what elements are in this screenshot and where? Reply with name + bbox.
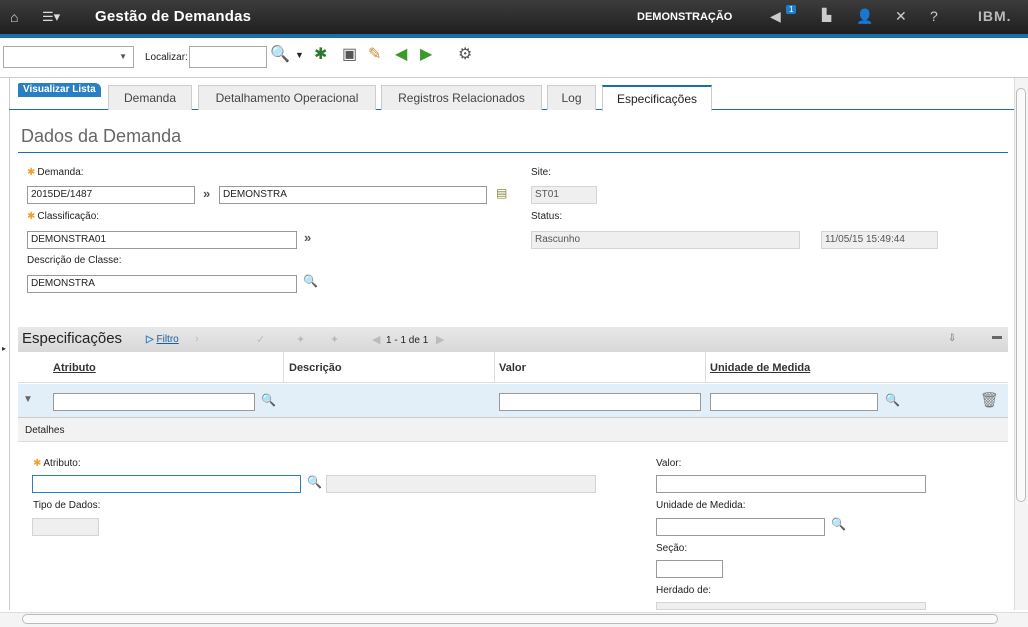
secao-input[interactable] [656, 560, 723, 578]
demanda-label: ✱ Demanda: [27, 167, 84, 178]
double-chevron-icon[interactable]: » [203, 186, 210, 201]
descricao-classe-label: Descrição de Classe: [27, 255, 122, 266]
dropdown-icon[interactable]: ▼ [295, 45, 304, 65]
atributo-label: ✱ Atributo: [33, 458, 81, 469]
minimize-icon[interactable]: ▬ [992, 331, 1002, 342]
section-title: Dados da Demanda [21, 126, 182, 146]
vertical-scroll-thumb[interactable] [1016, 88, 1026, 502]
long-description-icon[interactable]: ▤ [496, 186, 507, 200]
chart-icon[interactable]: ▙ [822, 8, 831, 22]
close-icon[interactable]: ✕ [895, 8, 907, 25]
pagination-text: 1 - 1 de 1 [386, 335, 429, 346]
workflow-icon[interactable]: ⚙ [458, 45, 472, 65]
column-atributo[interactable]: Atributo [53, 362, 96, 374]
search-icon[interactable]: 🔍 [307, 475, 322, 489]
details-title: Detalhes [25, 425, 65, 436]
column-divider [283, 352, 284, 383]
demanda-input[interactable]: 2015DE/1487 [27, 186, 195, 204]
search-icon[interactable]: 🔍 [270, 45, 290, 65]
edit-icon[interactable]: ✎ [368, 45, 381, 65]
search-icon[interactable]: 🔍 [303, 274, 318, 288]
tipo-dados-label: Tipo de Dados: [33, 500, 101, 511]
valor-label: Valor: [656, 458, 682, 469]
classificacao-label: ✱ Classificação: [27, 211, 100, 222]
action-select[interactable]: ▼ [3, 46, 134, 68]
app-title: Gestão de Demandas [95, 8, 252, 25]
unidade-label: Unidade de Medida: [656, 500, 746, 511]
atributo-input[interactable] [32, 475, 301, 493]
home-icon[interactable]: ⌂ [10, 9, 18, 25]
column-descricao: Descrição [289, 362, 342, 374]
previous-icon[interactable]: ◀ [395, 45, 407, 65]
tab-detalhamento-operacional[interactable]: Detalhamento Operacional [198, 85, 376, 110]
demanda-description-input[interactable]: DEMONSTRA [219, 186, 487, 204]
search-input[interactable] [189, 46, 267, 68]
help-icon[interactable]: ? [930, 8, 938, 24]
classificacao-input[interactable]: DEMONSTRA01 [27, 231, 297, 249]
collapse-row-icon[interactable]: ▼ [23, 394, 33, 405]
site-field: ST01 [531, 186, 597, 204]
side-panel-toggle[interactable]: ▸ [2, 344, 8, 362]
megaphone-icon[interactable]: ◀ [770, 8, 781, 25]
next-icon[interactable]: ▶ [420, 45, 432, 65]
valor-input[interactable] [656, 475, 926, 493]
chevron-down-icon: ▼ [119, 52, 127, 61]
herdado-field [656, 602, 926, 610]
save-icon[interactable]: ▣ [342, 45, 357, 65]
valor-row-input[interactable] [499, 393, 701, 411]
tab-view-list[interactable]: Visualizar Lista [18, 83, 101, 97]
table-title: Especificações [22, 330, 123, 347]
descricao-classe-input[interactable]: DEMONSTRA [27, 275, 297, 293]
brand-logo: IBM. [978, 8, 1012, 24]
section-divider [18, 152, 1008, 153]
tab-especificacoes[interactable]: Especificações [602, 85, 712, 111]
atributo-description-field [326, 475, 596, 493]
next-page-icon: ▶ [436, 334, 445, 346]
column-divider [494, 352, 495, 383]
new-record-icon[interactable]: ✱ [314, 45, 327, 65]
column-valor: Valor [499, 362, 526, 374]
unidade-input[interactable] [656, 518, 825, 536]
horizontal-scroll-thumb[interactable] [22, 614, 998, 624]
status-date-field: 11/05/15 15:49:44 [821, 231, 938, 249]
classification-chevron-icon[interactable]: » [304, 230, 311, 245]
menu-icon[interactable]: ☰▾ [42, 9, 60, 25]
title-bar: ⌂ ☰▾ Gestão de Demandas DEMONSTRAÇÃO ◀ 1… [0, 0, 1028, 34]
trash-icon[interactable]: 🗑 [980, 391, 999, 409]
search-label: Localizar: [145, 52, 188, 63]
previous-page-icon: ◀ [372, 334, 381, 346]
secao-label: Seção: [656, 543, 688, 554]
tab-demanda[interactable]: Demanda [108, 85, 192, 110]
search-icon[interactable]: 🔍 [831, 517, 846, 531]
tab-log[interactable]: Log [547, 85, 596, 110]
unidade-row-input[interactable] [710, 393, 878, 411]
user-icon[interactable]: 👤 [856, 8, 873, 25]
tipo-dados-field [32, 518, 99, 536]
download-icon[interactable]: ⇩ [948, 333, 956, 344]
check-icon: ✓ [256, 334, 266, 346]
filter-link[interactable]: ▷ Filtro [146, 334, 179, 345]
search-icon[interactable]: 🔍 [261, 393, 276, 407]
details-header [18, 418, 1008, 442]
next-nav-icon: › [195, 333, 199, 345]
column-unidade[interactable]: Unidade de Medida [710, 362, 810, 374]
notification-badge: 1 [786, 5, 797, 14]
context-label: DEMONSTRAÇÃO [637, 11, 733, 23]
status-label: Status: [531, 211, 563, 222]
tab-registros-relacionados[interactable]: Registros Relacionados [381, 85, 542, 110]
herdado-label: Herdado de: [656, 585, 712, 596]
arrow-left-icon: ✦ [296, 334, 306, 346]
status-field: Rascunho [531, 231, 800, 249]
arrow-right-icon: ✦ [330, 334, 340, 346]
site-label: Site: [531, 167, 552, 178]
atributo-row-input[interactable] [53, 393, 255, 411]
search-icon[interactable]: 🔍 [885, 393, 900, 407]
column-divider [705, 352, 706, 383]
